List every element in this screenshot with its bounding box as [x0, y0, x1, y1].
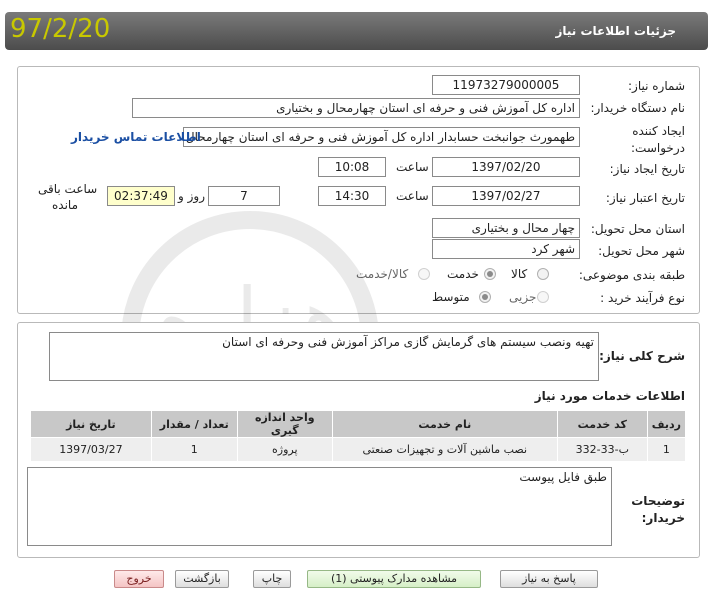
notes-label-2: خریدار:: [641, 511, 685, 525]
page-title: جزئیات اطلاعات نیاز: [555, 24, 676, 38]
city-label: شهر محل تحویل:: [598, 244, 685, 258]
cell-service-name: نصب ماشین آلات و تجهیزات صنعتی: [331, 437, 558, 462]
cell-unit: پروژه: [236, 437, 333, 462]
process-radio-minor[interactable]: [537, 291, 549, 303]
col-service-code: کد خدمت: [556, 410, 648, 438]
services-table-header: ردیف کد خدمت نام خدمت واحد اندازه گیری ت…: [30, 410, 687, 438]
category-option-goods: کالا: [511, 267, 528, 281]
title-bar: جزئیات اطلاعات نیاز: [5, 12, 708, 50]
date-stamp: 97/2/20: [10, 14, 111, 44]
creator-field: طهمورث جوانبخت حسابدار اداره کل آموزش فن…: [183, 127, 580, 147]
days-left-field: 7: [208, 186, 280, 206]
category-option-service: خدمت: [447, 267, 479, 281]
buyer-label: نام دستگاه خریدار:: [590, 101, 686, 115]
category-label: طبقه بندی موضوعی:: [578, 268, 685, 282]
cell-quantity: 1: [150, 437, 238, 462]
deadline-date-field: 1397/02/27: [432, 186, 580, 206]
cell-need-date: 1397/03/27: [30, 437, 152, 462]
remaining-label-2: مانده: [52, 198, 79, 212]
deadline-date-label: تاریخ اعتبار نیاز:: [605, 191, 685, 205]
deadline-time-field: 14:30: [318, 186, 386, 206]
creator-label-2: درخواست:: [631, 141, 685, 155]
city-field: شهر کرد: [432, 239, 580, 259]
process-option-medium: متوسط: [432, 290, 470, 304]
buyer-field: اداره کل آموزش فنی و حرفه ای استان چهارم…: [132, 98, 580, 118]
services-table: ردیف کد خدمت نام خدمت واحد اندازه گیری ت…: [30, 410, 687, 462]
process-radio-medium[interactable]: [479, 291, 491, 303]
services-section-title: اطلاعات خدمات مورد نیاز: [534, 389, 685, 403]
cell-service-code: ب-33-332: [556, 437, 648, 462]
process-label: نوع فرآیند خرید :: [600, 291, 685, 305]
category-option-goods-service: کالا/خدمت: [356, 267, 409, 281]
attachments-button[interactable]: مشاهده مدارک پیوستی (1): [307, 570, 481, 588]
category-radio-service[interactable]: [484, 268, 496, 280]
col-service-name: نام خدمت: [331, 410, 558, 438]
process-option-minor: جزیی: [509, 290, 537, 304]
table-row: 1 ب-33-332 نصب ماشین آلات و تجهیزات صنعت…: [30, 437, 687, 462]
days-and-label: روز و: [178, 189, 205, 203]
created-date-field: 1397/02/20: [432, 157, 580, 177]
print-button[interactable]: چاپ: [253, 570, 291, 588]
deadline-time-label: ساعت: [396, 189, 429, 203]
notes-label-1: توضیحات: [631, 494, 685, 508]
province-field: چهار محال و بختیاری: [432, 218, 580, 238]
notes-field: طبق فایل پیوست: [27, 467, 612, 546]
col-row: ردیف: [646, 410, 687, 438]
need-number-label: شماره نیاز:: [628, 79, 685, 93]
col-quantity: تعداد / مقدار: [150, 410, 238, 438]
cell-row: 1: [646, 437, 687, 462]
description-field: تهیه ونصب سیستم های گرمایش گازی مراکز آم…: [49, 332, 599, 381]
province-label: استان محل تحویل:: [590, 222, 685, 236]
col-unit: واحد اندازه گیری: [236, 410, 333, 438]
category-radio-goods-service[interactable]: [418, 268, 430, 280]
created-date-label: تاریخ ایجاد نیاز:: [609, 162, 685, 176]
remaining-label-1: ساعت باقی: [38, 182, 98, 196]
remaining-time-field: 02:37:49: [107, 186, 175, 206]
category-radio-goods[interactable]: [537, 268, 549, 280]
creator-label-1: ایجاد کننده: [632, 124, 685, 138]
need-number-field: 11973279000005: [432, 75, 580, 95]
reply-button[interactable]: پاسخ به نیاز: [500, 570, 598, 588]
col-need-date: تاریخ نیاز: [30, 410, 152, 438]
created-time-label: ساعت: [396, 160, 429, 174]
description-label: شرح کلی نیاز:: [599, 349, 685, 363]
created-time-field: 10:08: [318, 157, 386, 177]
buyer-contact-link[interactable]: اطلاعات تماس خریدار: [71, 130, 201, 144]
exit-button[interactable]: خروج: [114, 570, 164, 588]
back-button[interactable]: بازگشت: [175, 570, 229, 588]
